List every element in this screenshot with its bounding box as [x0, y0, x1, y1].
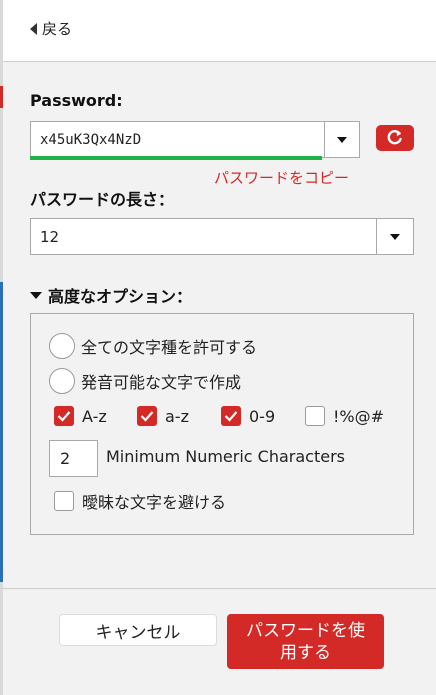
- checkbox-label: A-z: [82, 406, 107, 426]
- footer-divider: [3, 588, 436, 589]
- password-value: x45uK3Qx4NzD: [40, 131, 142, 148]
- chevron-down-icon: [390, 233, 400, 240]
- radio-circle[interactable]: [49, 368, 75, 394]
- min-numeric-input[interactable]: 2: [49, 440, 98, 477]
- cancel-button[interactable]: キャンセル: [59, 614, 217, 646]
- refresh-icon: [387, 130, 402, 145]
- copy-password-link[interactable]: パスワードをコピー: [214, 167, 349, 188]
- checkbox-symbols[interactable]: !%@#: [305, 406, 384, 426]
- advanced-options-label: 高度なオプション：: [48, 287, 193, 306]
- back-label: 戻る: [42, 20, 73, 38]
- checkbox-uppercase[interactable]: A-z: [54, 406, 107, 426]
- checkbox-label: !%@#: [333, 406, 385, 426]
- password-strength-bar: [30, 156, 322, 160]
- length-label: パスワードの長さ：: [30, 190, 175, 209]
- checkbox-label: 0-9: [249, 406, 276, 426]
- checkbox-checked[interactable]: [137, 406, 157, 426]
- triangle-down-icon: [30, 291, 42, 299]
- page-edge: [0, 0, 3, 695]
- password-field[interactable]: x45uK3Qx4NzD: [30, 121, 360, 158]
- use-password-button[interactable]: パスワードを使用する: [227, 614, 384, 669]
- chevron-down-icon: [337, 136, 347, 143]
- checkbox-label: a-z: [165, 406, 189, 426]
- length-select[interactable]: 12: [30, 218, 414, 255]
- min-numeric-label: Minimum Numeric Characters: [106, 447, 346, 466]
- radio-allow-all-chars[interactable]: 全ての文字種を許可する: [49, 333, 257, 359]
- radio-label: 発音可能な文字で作成: [81, 373, 242, 392]
- advanced-options-toggle[interactable]: 高度なオプション：: [30, 283, 192, 307]
- page-edge-blue: [0, 282, 3, 582]
- radio-pronounceable[interactable]: 発音可能な文字で作成: [49, 368, 241, 394]
- checkbox-lowercase[interactable]: a-z: [137, 406, 189, 426]
- regenerate-button[interactable]: [376, 125, 414, 151]
- checkbox-checked[interactable]: [221, 406, 241, 426]
- radio-circle[interactable]: [49, 333, 75, 359]
- back-button[interactable]: 戻る: [30, 18, 72, 39]
- page-edge-red: [0, 86, 3, 108]
- checkbox-avoid-ambiguous[interactable]: 曖昧な文字を避ける: [54, 489, 226, 513]
- checkbox-checked[interactable]: [54, 406, 74, 426]
- checkmark-icon: [57, 411, 71, 422]
- chevron-left-icon: [30, 22, 37, 35]
- checkbox-unchecked[interactable]: [305, 406, 325, 426]
- checkbox-label: 曖昧な文字を避ける: [82, 493, 227, 512]
- password-label: Password:: [30, 91, 123, 110]
- radio-label: 全ての文字種を許可する: [81, 338, 258, 357]
- checkbox-unchecked[interactable]: [54, 491, 74, 511]
- checkmark-icon: [140, 411, 154, 422]
- checkbox-digits[interactable]: 0-9: [221, 406, 275, 426]
- length-value: 12: [40, 227, 60, 246]
- password-history-dropdown[interactable]: [324, 122, 359, 157]
- checkmark-icon: [224, 411, 238, 422]
- length-dropdown-button[interactable]: [376, 219, 413, 254]
- top-bar: 戻る: [3, 0, 436, 62]
